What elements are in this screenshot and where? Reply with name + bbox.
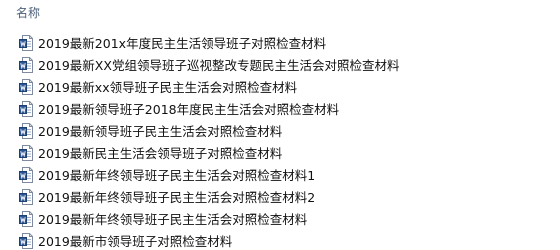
file-name: 2019最新xx领导班子民主生活会对照检查材料 [38,80,298,95]
file-name: 2019最新年终领导班子民主生活会对照检查材料 [38,212,308,227]
word-document-icon [19,189,33,205]
word-document-icon [19,211,33,227]
file-item[interactable]: 2019最新XX党组领导班子巡视整改专题民主生活会对照检查材料 [0,55,560,77]
file-item[interactable]: 2019最新领导班子2018年度民主生活会对照检查材料 [0,99,560,121]
file-item[interactable]: 2019最新201x年度民主生活领导班子对照检查材料 [0,33,560,55]
file-item[interactable]: 2019最新年终领导班子民主生活会对照检查材料1 [0,165,560,187]
file-item[interactable]: 2019最新领导班子民主生活会对照检查材料 [0,121,560,143]
word-document-icon [19,145,33,161]
file-list-panel: 名称 2019最新201x年度民主生活领导班子对照检查材料 2019最新XX党组… [0,0,560,250]
word-document-icon [19,101,33,117]
word-document-icon [19,79,33,95]
file-name: 2019最新XX党组领导班子巡视整改专题民主生活会对照检查材料 [38,58,400,73]
file-item[interactable]: 2019最新年终领导班子民主生活会对照检查材料 [0,209,560,231]
word-document-icon [19,123,33,139]
file-name: 2019最新民主生活会领导班子对照检查材料 [38,146,283,161]
word-document-icon [19,57,33,73]
word-document-icon [19,35,33,51]
file-name: 2019最新201x年度民主生活领导班子对照检查材料 [38,36,327,51]
name-column-label: 名称 [16,6,41,20]
file-name: 2019最新领导班子2018年度民主生活会对照检查材料 [38,102,340,117]
word-document-icon [19,167,33,183]
file-name: 2019最新年终领导班子民主生活会对照检查材料2 [38,190,316,205]
word-document-icon [19,233,33,249]
file-name: 2019最新领导班子民主生活会对照检查材料 [38,124,283,139]
file-item[interactable]: 2019最新xx领导班子民主生活会对照检查材料 [0,77,560,99]
file-name: 2019最新市领导班子对照检查材料 [38,234,233,249]
file-name: 2019最新年终领导班子民主生活会对照检查材料1 [38,168,316,183]
file-item[interactable]: 2019最新市领导班子对照检查材料 [0,231,560,250]
file-item[interactable]: 2019最新年终领导班子民主生活会对照检查材料2 [0,187,560,209]
file-list: 2019最新201x年度民主生活领导班子对照检查材料 2019最新XX党组领导班… [0,33,560,250]
file-item[interactable]: 2019最新民主生活会领导班子对照检查材料 [0,143,560,165]
column-header[interactable]: 名称 [0,0,560,26]
